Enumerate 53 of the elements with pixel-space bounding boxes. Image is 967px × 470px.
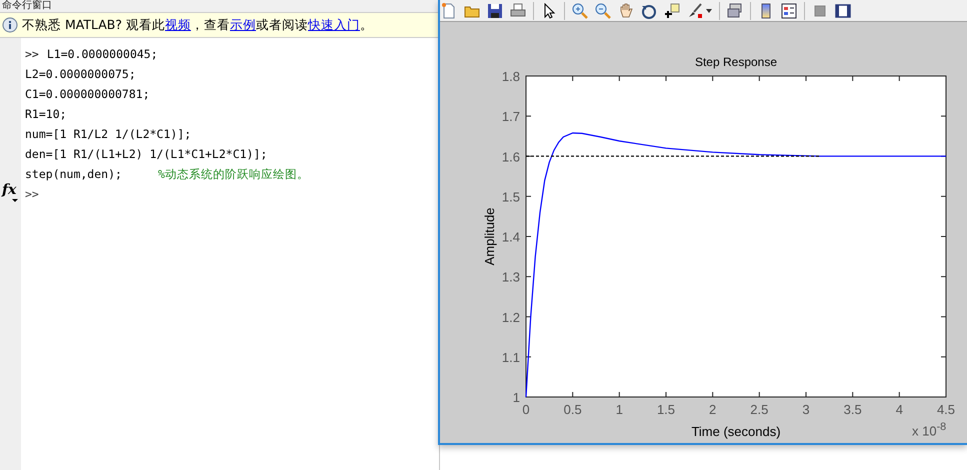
x-tick-label: 0 [522,402,530,417]
code-line: R1=10; [25,106,67,123]
x-tick-label: 2.5 [750,402,768,417]
code-line: den=[1 R1/(L1+L2) 1/(L1*C1+L2*C1)]; [25,146,268,163]
x-tick-label: 1 [616,402,623,417]
code-line: step(num,den); [25,166,122,183]
hand-icon[interactable] [618,2,634,18]
chart-title: Step Response [694,55,778,69]
print-icon[interactable] [510,2,526,18]
code-line: C1=0.000000000781; [25,86,150,103]
x-tick-label: 3.5 [844,402,862,417]
linked-windows-icon[interactable] [727,2,743,18]
y-tick-label: 1 [512,390,520,405]
y-tick-label: 1.3 [502,270,520,285]
code-line: num=[1 R1/L2 1/(L2*C1)]; [25,126,192,143]
info-icon [2,17,18,33]
code-comment: %动态系统的阶跃响应绘图。 [158,166,309,183]
code-line: L1=0.0000000045; [46,46,158,63]
y-tick-label: 1.1 [502,350,520,365]
zoom-out-icon[interactable] [595,2,611,18]
x-axis-label: Time (seconds) [691,424,781,439]
command-prompt[interactable]: >> [25,184,39,204]
help-link[interactable]: 快速入门 [308,16,360,32]
legend-icon[interactable] [781,2,797,18]
y-axis-label: Amplitude [482,208,497,266]
y-tick-label: 1.7 [502,109,520,124]
x-tick-label: 1.5 [656,402,676,417]
info-message: 不熟悉 MATLAB? 观看此视频，查看示例或者阅读快速入门。 [22,16,373,34]
x-tick-label: 2 [709,402,716,417]
dropdown-arrow-icon[interactable] [706,8,712,12]
rotate-icon[interactable] [641,2,657,18]
new-file-icon[interactable] [441,2,457,18]
y-tick-label: 1.4 [502,230,520,244]
x-tick-label: 4 [896,402,903,417]
x-tick-label: 3 [802,402,810,417]
y-tick-label: 1.6 [502,149,520,164]
square-icon[interactable] [812,2,828,18]
help-link[interactable]: 示例 [230,16,256,32]
function-browser-button[interactable]: fx [0,181,22,203]
y-tick-label: 1.2 [502,310,520,325]
x-tick-label: 4.5 [936,402,956,417]
save-icon[interactable] [487,2,503,18]
data-cursor-icon[interactable] [664,2,680,18]
brush-icon[interactable] [687,2,703,18]
panel-layout-icon[interactable] [835,2,851,18]
x-tick-label: 0.5 [564,402,582,417]
zoom-in-icon[interactable] [572,2,588,18]
y-tick-label: 1.5 [502,189,520,204]
code-line: L2=0.0000000075; [25,66,136,83]
command-prompt: >> [25,46,39,63]
y-tick-label: 1.8 [502,69,520,84]
axis-multiplier: x 10$^{-8}$ [912,421,946,438]
help-link[interactable]: 视频 [164,16,191,32]
